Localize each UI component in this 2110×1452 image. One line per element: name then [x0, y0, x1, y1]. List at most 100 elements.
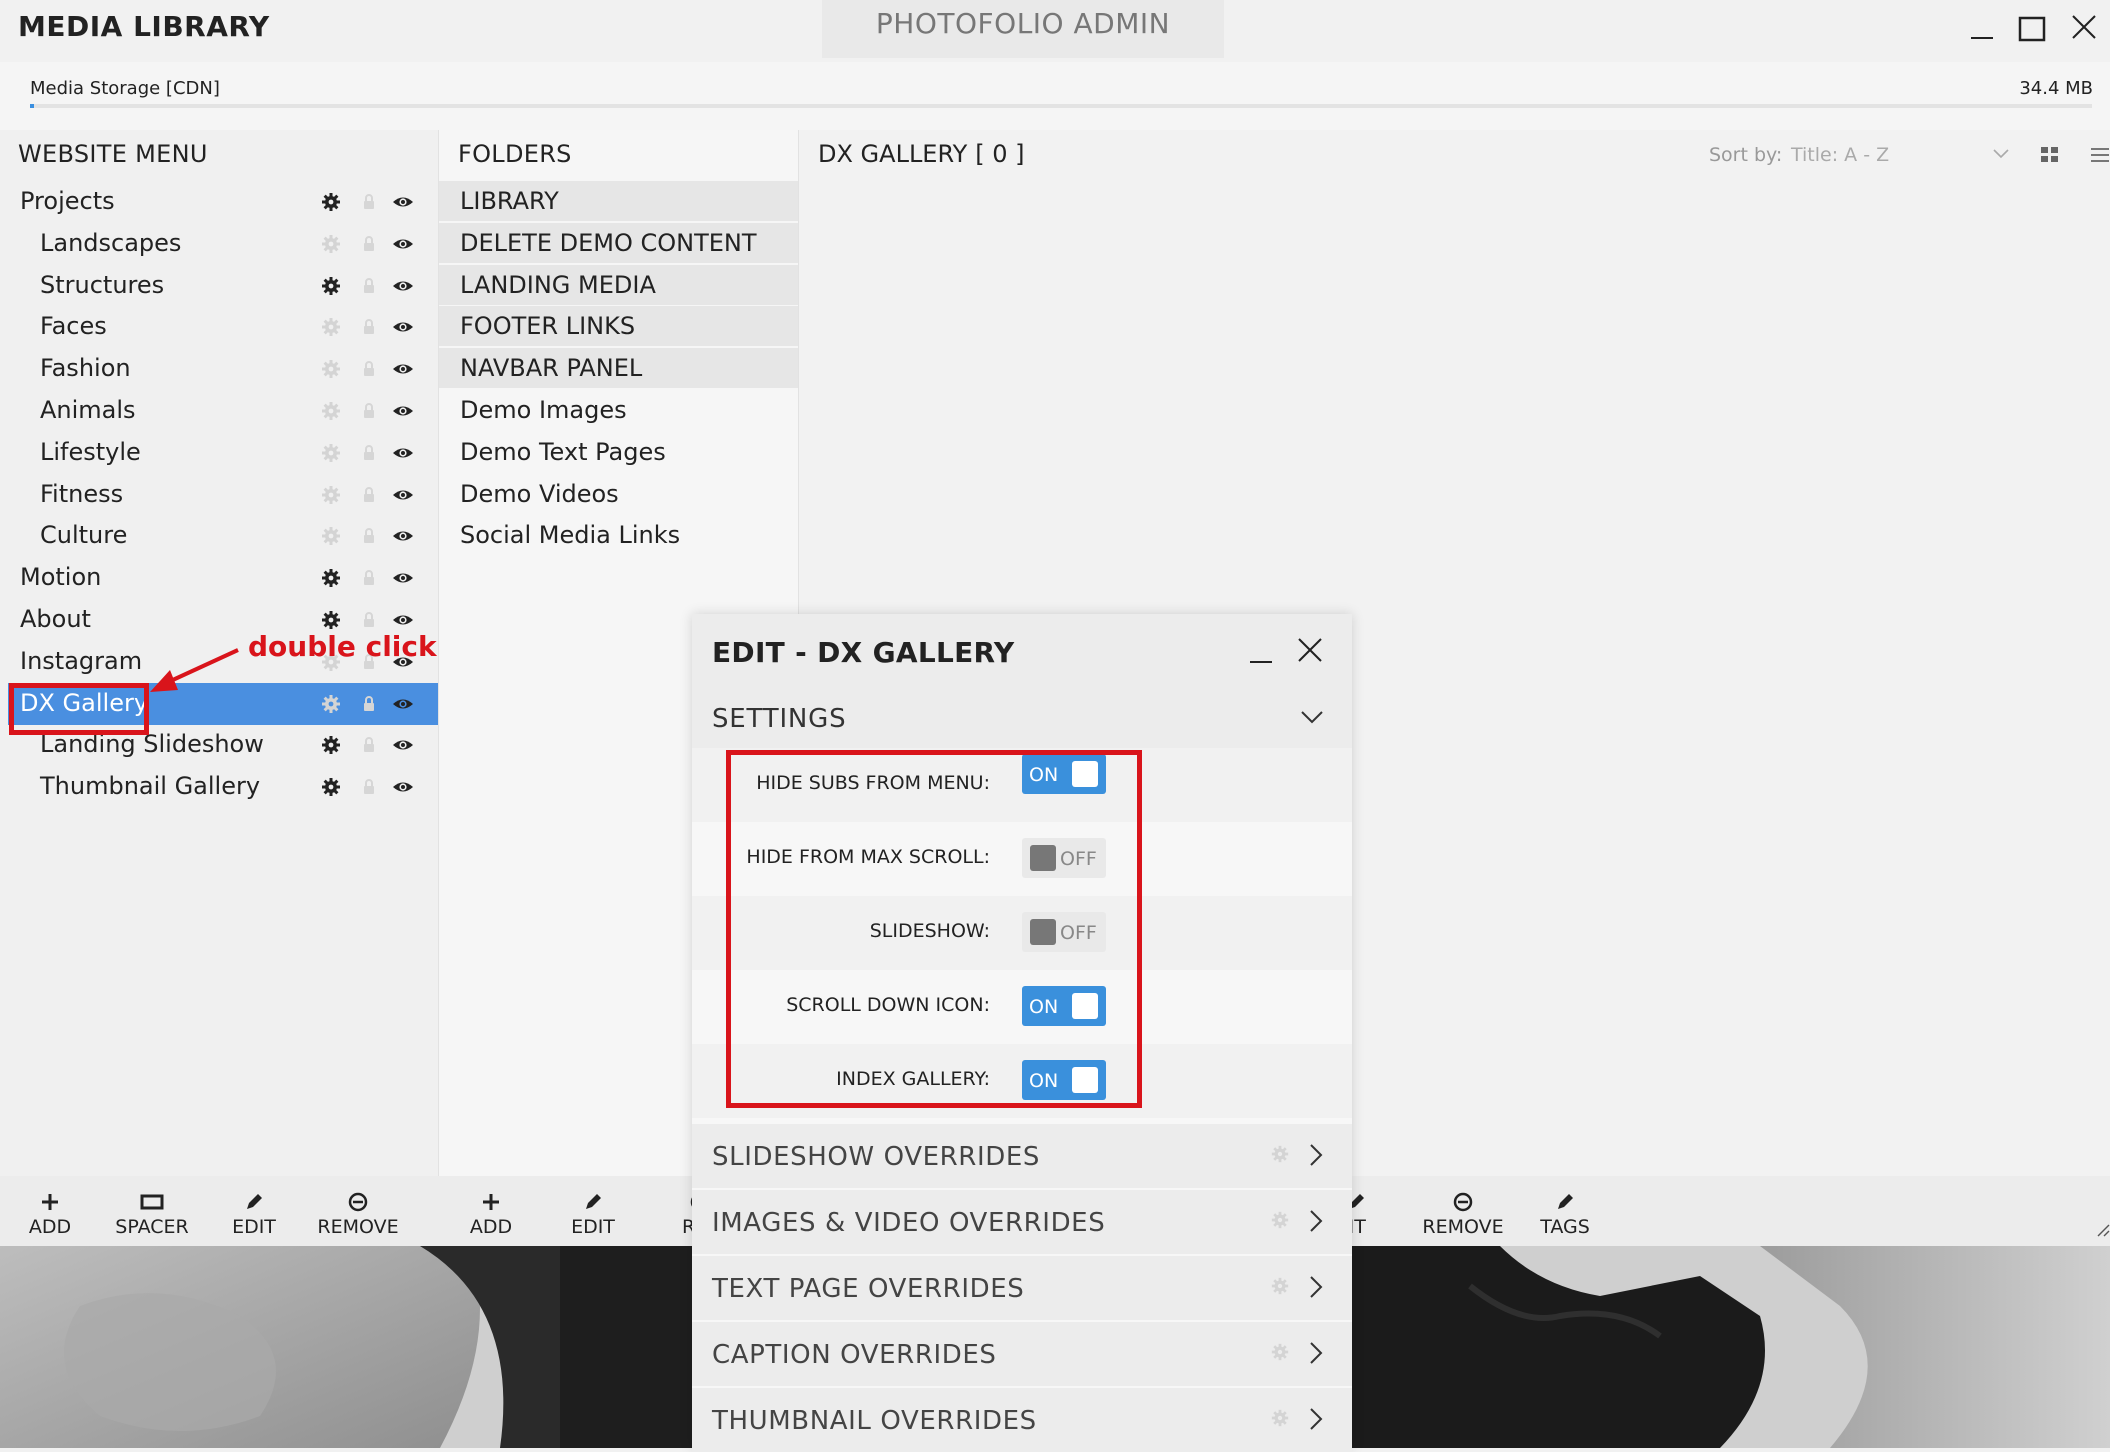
- folder-item[interactable]: LIBRARY: [439, 181, 798, 221]
- close-icon[interactable]: [1296, 636, 1324, 664]
- gear-icon[interactable]: [320, 776, 342, 798]
- lock-icon[interactable]: [358, 567, 380, 589]
- folder-item[interactable]: DELETE DEMO CONTENT: [439, 222, 798, 263]
- gear-icon[interactable]: [320, 442, 342, 464]
- menu-item[interactable]: Thumbnail Gallery: [8, 766, 438, 808]
- lock-icon[interactable]: [358, 191, 380, 213]
- eye-icon[interactable]: [392, 734, 414, 756]
- eye-icon[interactable]: [392, 525, 414, 547]
- remove-button[interactable]: REMOVE: [313, 1180, 403, 1240]
- menu-item[interactable]: Culture: [8, 515, 438, 557]
- eye-icon[interactable]: [392, 275, 414, 297]
- override-section[interactable]: THUMBNAIL OVERRIDES: [692, 1386, 1352, 1452]
- lock-icon[interactable]: [358, 609, 380, 631]
- lock-icon[interactable]: [358, 275, 380, 297]
- sort-select[interactable]: Title: A - Z: [1791, 144, 1991, 166]
- lock-icon[interactable]: [358, 316, 380, 338]
- eye-icon[interactable]: [392, 233, 414, 255]
- menu-item-label: Culture: [40, 521, 128, 550]
- gear-icon[interactable]: [1270, 1408, 1290, 1428]
- menu-item[interactable]: Fashion: [8, 348, 438, 390]
- chevron-right-icon[interactable]: [1306, 1274, 1326, 1300]
- menu-item[interactable]: Motion: [8, 557, 438, 599]
- menu-item[interactable]: Projects: [8, 181, 438, 223]
- folder-item[interactable]: FOOTER LINKS: [439, 306, 798, 347]
- chevron-right-icon[interactable]: [1306, 1208, 1326, 1234]
- eye-icon[interactable]: [392, 609, 414, 631]
- chevron-down-icon[interactable]: [1991, 144, 2011, 164]
- gear-icon[interactable]: [320, 358, 342, 380]
- override-section[interactable]: SLIDESHOW OVERRIDES: [692, 1122, 1352, 1188]
- override-section[interactable]: IMAGES & VIDEO OVERRIDES: [692, 1188, 1352, 1254]
- eye-icon[interactable]: [392, 442, 414, 464]
- lock-icon[interactable]: [358, 693, 380, 715]
- gear-icon[interactable]: [320, 233, 342, 255]
- folder-item[interactable]: LANDING MEDIA: [439, 264, 798, 305]
- chevron-right-icon[interactable]: [1306, 1406, 1326, 1432]
- eye-icon[interactable]: [392, 484, 414, 506]
- remove-button[interactable]: REMOVE: [1418, 1180, 1508, 1240]
- minimize-icon[interactable]: [1962, 10, 2002, 50]
- grid-view-icon[interactable]: [2039, 144, 2061, 166]
- list-view-icon[interactable]: [2089, 144, 2110, 166]
- eye-icon[interactable]: [392, 567, 414, 589]
- menu-item-label: Motion: [20, 563, 102, 592]
- menu-item[interactable]: Landscapes: [8, 223, 438, 265]
- gear-icon[interactable]: [320, 316, 342, 338]
- lock-icon[interactable]: [358, 442, 380, 464]
- resize-handle-icon[interactable]: [2096, 1222, 2110, 1237]
- lock-icon[interactable]: [358, 734, 380, 756]
- gear-icon[interactable]: [320, 734, 342, 756]
- gear-icon[interactable]: [320, 400, 342, 422]
- minimize-icon[interactable]: [1248, 640, 1274, 666]
- close-icon[interactable]: [2064, 10, 2104, 50]
- gear-icon[interactable]: [1270, 1342, 1290, 1362]
- eye-icon[interactable]: [392, 191, 414, 213]
- lock-icon[interactable]: [358, 776, 380, 798]
- lock-icon[interactable]: [358, 484, 380, 506]
- lock-icon[interactable]: [358, 525, 380, 547]
- eye-icon[interactable]: [392, 358, 414, 380]
- chevron-right-icon[interactable]: [1306, 1340, 1326, 1366]
- lock-icon[interactable]: [358, 358, 380, 380]
- toolbar-button-label: ADD: [28, 1216, 72, 1238]
- spacer-button[interactable]: SPACER: [107, 1180, 197, 1240]
- menu-item[interactable]: Fitness: [8, 474, 438, 516]
- menu-item[interactable]: Animals: [8, 390, 438, 432]
- gear-icon[interactable]: [1270, 1144, 1290, 1164]
- menu-item[interactable]: Structures: [8, 265, 438, 307]
- gear-icon[interactable]: [320, 693, 342, 715]
- menu-item[interactable]: Faces: [8, 306, 438, 348]
- folder-item[interactable]: NAVBAR PANEL: [439, 348, 798, 389]
- override-section[interactable]: CAPTION OVERRIDES: [692, 1320, 1352, 1386]
- tags-button[interactable]: TAGS: [1520, 1180, 1610, 1240]
- gear-icon[interactable]: [320, 525, 342, 547]
- eye-icon[interactable]: [392, 400, 414, 422]
- edit-button[interactable]: EDIT: [548, 1180, 638, 1240]
- gear-icon[interactable]: [320, 609, 342, 631]
- folder-item[interactable]: Social Media Links: [439, 515, 798, 555]
- override-section[interactable]: TEXT PAGE OVERRIDES: [692, 1254, 1352, 1320]
- lock-icon[interactable]: [358, 233, 380, 255]
- eye-icon[interactable]: [392, 316, 414, 338]
- gallery-title: DX GALLERY[ 0 ]: [818, 140, 1025, 168]
- chevron-right-icon[interactable]: [1306, 1142, 1326, 1168]
- add-button[interactable]: ADD: [446, 1180, 536, 1240]
- edit-button[interactable]: EDIT: [209, 1180, 299, 1240]
- gear-icon[interactable]: [320, 484, 342, 506]
- eye-icon[interactable]: [392, 693, 414, 715]
- gear-icon[interactable]: [320, 275, 342, 297]
- lock-icon[interactable]: [358, 400, 380, 422]
- eye-icon[interactable]: [392, 776, 414, 798]
- menu-item[interactable]: Lifestyle: [8, 432, 438, 474]
- add-button[interactable]: ADD: [5, 1180, 95, 1240]
- gear-icon[interactable]: [1270, 1276, 1290, 1296]
- folder-item[interactable]: Demo Text Pages: [439, 432, 798, 472]
- gear-icon[interactable]: [320, 567, 342, 589]
- maximize-icon[interactable]: [2012, 10, 2052, 50]
- chevron-down-icon[interactable]: [1298, 706, 1326, 728]
- folder-item[interactable]: Demo Videos: [439, 474, 798, 514]
- gear-icon[interactable]: [320, 191, 342, 213]
- folder-item[interactable]: Demo Images: [439, 390, 798, 430]
- gear-icon[interactable]: [1270, 1210, 1290, 1230]
